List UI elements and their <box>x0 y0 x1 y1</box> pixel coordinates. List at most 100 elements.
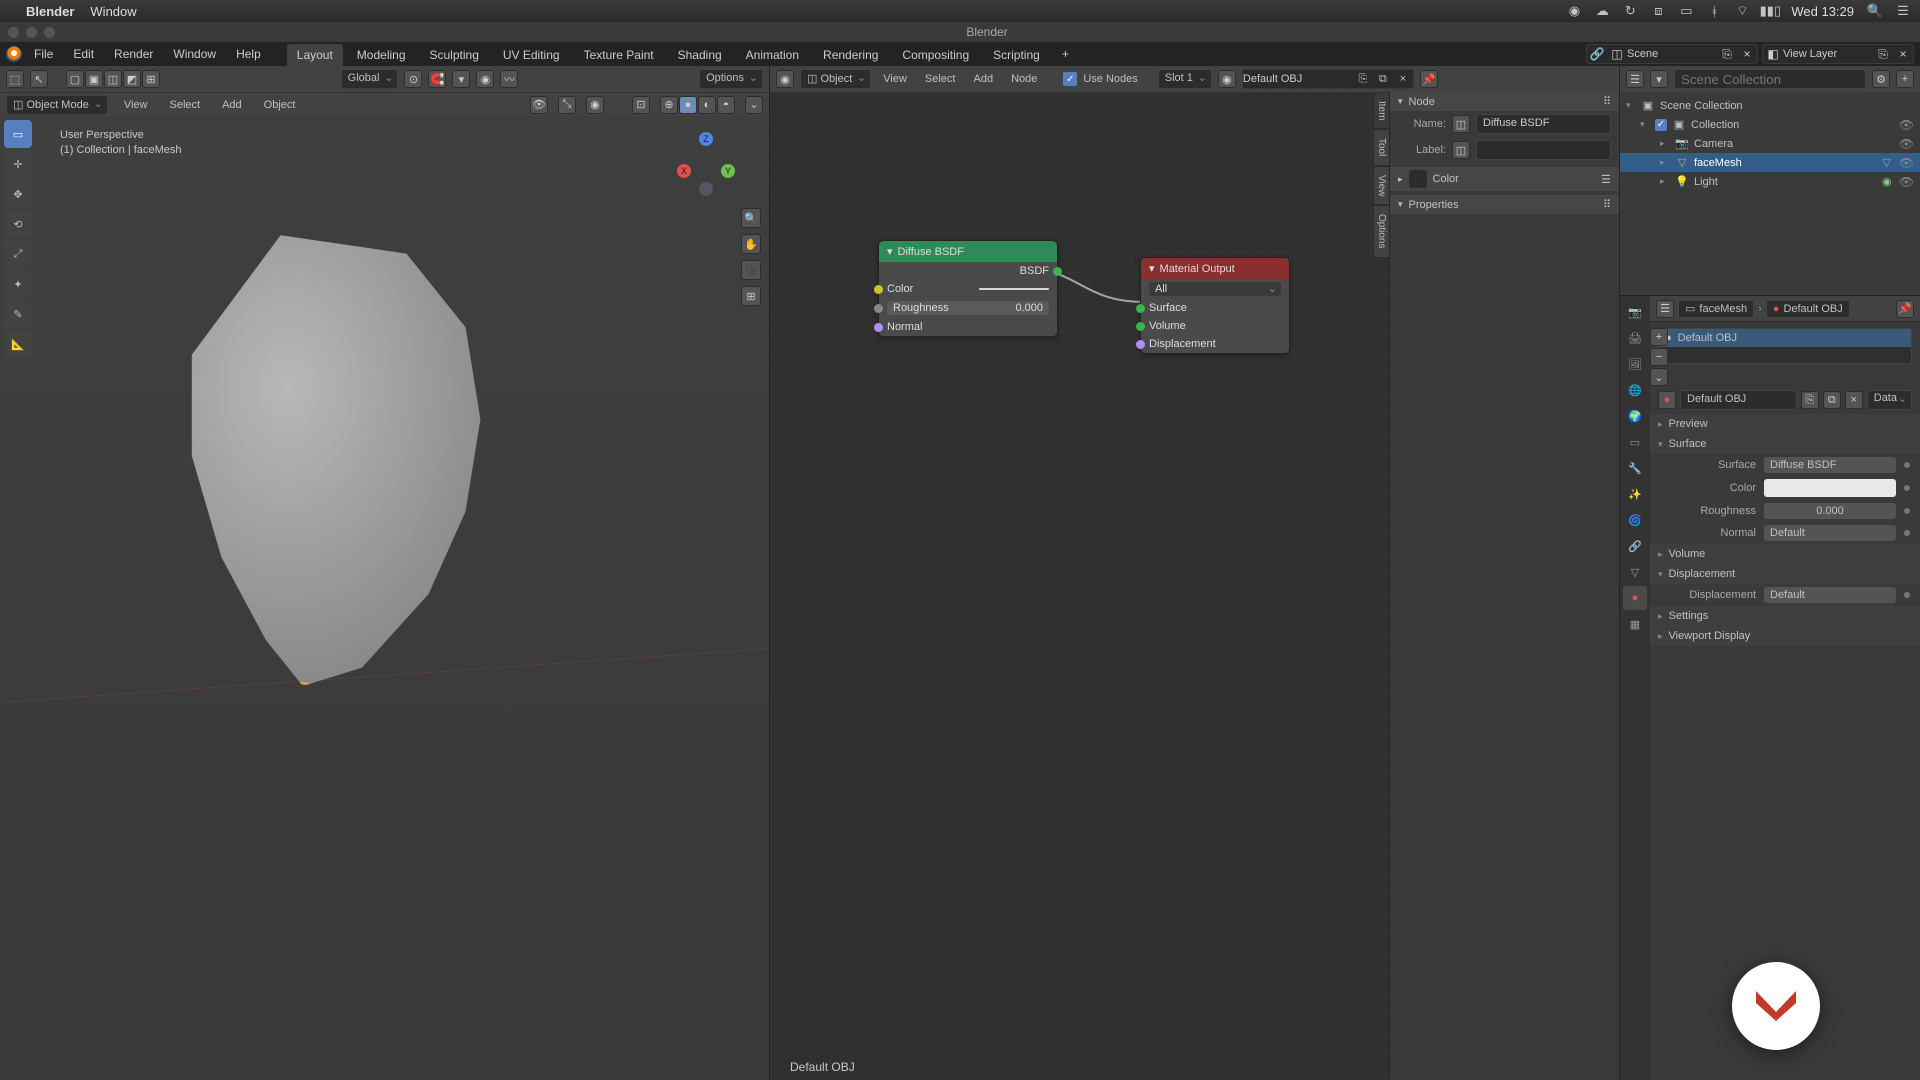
socket-anchor[interactable] <box>1904 485 1910 491</box>
menu-icon[interactable]: ☰ <box>1896 4 1910 18</box>
collapse-icon[interactable]: ▾ <box>1149 262 1155 275</box>
mesh-object-facemesh[interactable] <box>140 226 510 686</box>
minimize-button[interactable] <box>26 27 37 38</box>
nav-gizmo[interactable]: X Y Z <box>671 128 741 198</box>
viewlayer-selector[interactable]: ◧ ⎘ × <box>1762 44 1914 64</box>
shading-solid[interactable]: ● <box>679 96 697 114</box>
tab-sculpting[interactable]: Sculpting <box>420 44 489 66</box>
tool-select-box[interactable]: ▭ <box>4 120 32 148</box>
tab-physics[interactable]: 🌀 <box>1623 508 1647 532</box>
material-browse-button[interactable]: ◉ <box>1218 70 1236 88</box>
socket-anchor[interactable] <box>1904 530 1910 536</box>
panel-surface[interactable]: ▾Surface <box>1650 434 1920 454</box>
tab-compositing[interactable]: Compositing <box>892 44 979 66</box>
color-section-header[interactable]: ▸ Color ☰ <box>1390 167 1619 191</box>
shader-menu-view[interactable]: View <box>877 73 913 85</box>
tab-object[interactable]: ▭ <box>1623 430 1647 454</box>
visibility-icon[interactable]: 👁 <box>1899 156 1914 170</box>
bluetooth-icon[interactable]: ᚼ <box>1707 4 1721 18</box>
gizmo-z-axis[interactable]: Z <box>699 132 713 146</box>
visibility-icon[interactable]: 👁 <box>1899 137 1914 151</box>
menu-help[interactable]: Help <box>228 44 269 64</box>
drag-icon[interactable]: ⠿ <box>1603 95 1611 108</box>
outliner-filter-button[interactable]: ⚙ <box>1872 70 1890 88</box>
node-header-output[interactable]: ▾ Material Output <box>1141 258 1289 279</box>
roughness-field[interactable]: Roughness 0.000 <box>887 301 1049 315</box>
zoom-button[interactable] <box>44 27 55 38</box>
overlay-button[interactable]: ◉ <box>586 96 604 114</box>
socket-anchor[interactable] <box>1904 508 1910 514</box>
tab-layout[interactable]: Layout <box>287 44 343 66</box>
node-section-header[interactable]: ▾ Node ⠿ <box>1390 92 1619 111</box>
outliner-type-button[interactable]: ☰ <box>1626 70 1644 88</box>
tree-scene-collection[interactable]: ▾▣ Scene Collection <box>1620 96 1920 115</box>
tab-render[interactable]: 📷 <box>1623 300 1647 324</box>
crumb-material[interactable]: ●Default OBJ <box>1766 300 1850 318</box>
visibility-button[interactable]: 👁 <box>530 96 548 114</box>
npanel-tab-options[interactable]: Options <box>1373 205 1389 257</box>
select-mode-5[interactable]: ⊞ <box>142 70 160 88</box>
socket-volume-in[interactable] <box>1136 322 1145 331</box>
prop-editor-type[interactable]: ☰ <box>1656 300 1674 318</box>
pan-button-icon[interactable]: ✋ <box>741 234 761 254</box>
viewport-menu-select[interactable]: Select <box>163 99 206 111</box>
orientation-select[interactable]: Global <box>341 69 399 89</box>
outliner-display-button[interactable]: ▾ <box>1650 70 1668 88</box>
shading-material[interactable]: ◐ <box>698 96 716 114</box>
viewlayer-name-input[interactable] <box>1783 48 1873 60</box>
visibility-icon[interactable]: 👁 <box>1899 118 1914 132</box>
shading-rendered[interactable]: ◓ <box>717 96 735 114</box>
tab-scripting[interactable]: Scripting <box>983 44 1050 66</box>
tab-material[interactable]: ● <box>1623 586 1647 610</box>
surface-color-swatch[interactable] <box>1764 479 1896 497</box>
viewport-menu-object[interactable]: Object <box>258 99 302 111</box>
wifi-icon[interactable]: ⌔ <box>1735 4 1749 18</box>
cursor-tool-icon[interactable]: ↖ <box>30 70 48 88</box>
snap-button[interactable]: 🧲 <box>428 70 446 88</box>
pivot-button[interactable]: ⊙ <box>404 70 422 88</box>
displacement-select[interactable]: Default <box>1764 587 1896 603</box>
tab-output[interactable]: 🖨 <box>1623 326 1647 350</box>
npanel-tab-view[interactable]: View <box>1373 166 1389 206</box>
socket-bsdf-out[interactable] <box>1053 267 1062 276</box>
app-name[interactable]: Blender <box>26 4 74 19</box>
slot-add-button[interactable]: + <box>1650 328 1668 346</box>
shader-menu-add[interactable]: Add <box>967 73 999 85</box>
tool-rotate[interactable]: ⟲ <box>4 210 32 238</box>
tool-annotate[interactable]: ✎ <box>4 300 32 328</box>
material-copy-button[interactable]: ⧉ <box>1373 73 1393 86</box>
material-new[interactable]: ⧉ <box>1823 391 1841 409</box>
material-name-input[interactable]: Default OBJ <box>1680 390 1797 410</box>
material-browse[interactable]: ● <box>1658 391 1676 409</box>
node-name-field[interactable]: Diffuse BSDF <box>1476 114 1611 134</box>
tree-item-light[interactable]: ▸💡 Light ◉ 👁 <box>1620 172 1920 191</box>
add-workspace-button[interactable]: + <box>1054 43 1077 65</box>
color-checkbox[interactable] <box>1409 170 1427 188</box>
shader-menu-node[interactable]: Node <box>1005 73 1043 85</box>
node-material-output[interactable]: ▾ Material Output All Surface Volume Dis… <box>1140 257 1290 354</box>
drag-icon[interactable]: ⠿ <box>1603 198 1611 211</box>
crumb-object[interactable]: ▭faceMesh <box>1678 300 1754 318</box>
socket-surface-in[interactable] <box>1136 304 1145 313</box>
shader-menu-select[interactable]: Select <box>919 73 962 85</box>
use-nodes-checkbox[interactable]: ✓ <box>1063 72 1077 86</box>
sync-icon[interactable]: ↻ <box>1623 4 1637 18</box>
panel-volume[interactable]: ▸Volume <box>1650 544 1920 564</box>
gizmo-neg-axis[interactable] <box>699 182 713 196</box>
options-dropdown[interactable]: Options <box>699 69 763 89</box>
mac-menu-window[interactable]: Window <box>90 4 136 19</box>
perspective-button-icon[interactable]: ⊞ <box>741 286 761 306</box>
tab-shading[interactable]: Shading <box>668 44 732 66</box>
proportional-button[interactable]: ◉ <box>476 70 494 88</box>
node-header-diffuse[interactable]: ▾ Diffuse BSDF <box>879 241 1057 262</box>
tab-modifiers[interactable]: 🔧 <box>1623 456 1647 480</box>
close-button[interactable] <box>8 27 19 38</box>
tab-texture[interactable]: ▦ <box>1623 612 1647 636</box>
menu-file[interactable]: File <box>26 44 61 64</box>
color-swatch-field[interactable] <box>979 288 1049 290</box>
tool-scale[interactable]: ⤢ <box>4 240 32 268</box>
shading-options-button[interactable]: ⌄ <box>745 96 763 114</box>
gizmo-x-axis[interactable]: X <box>677 164 691 178</box>
select-mode-4[interactable]: ◩ <box>123 70 141 88</box>
editor-type-button[interactable]: ⬚ <box>6 70 24 88</box>
